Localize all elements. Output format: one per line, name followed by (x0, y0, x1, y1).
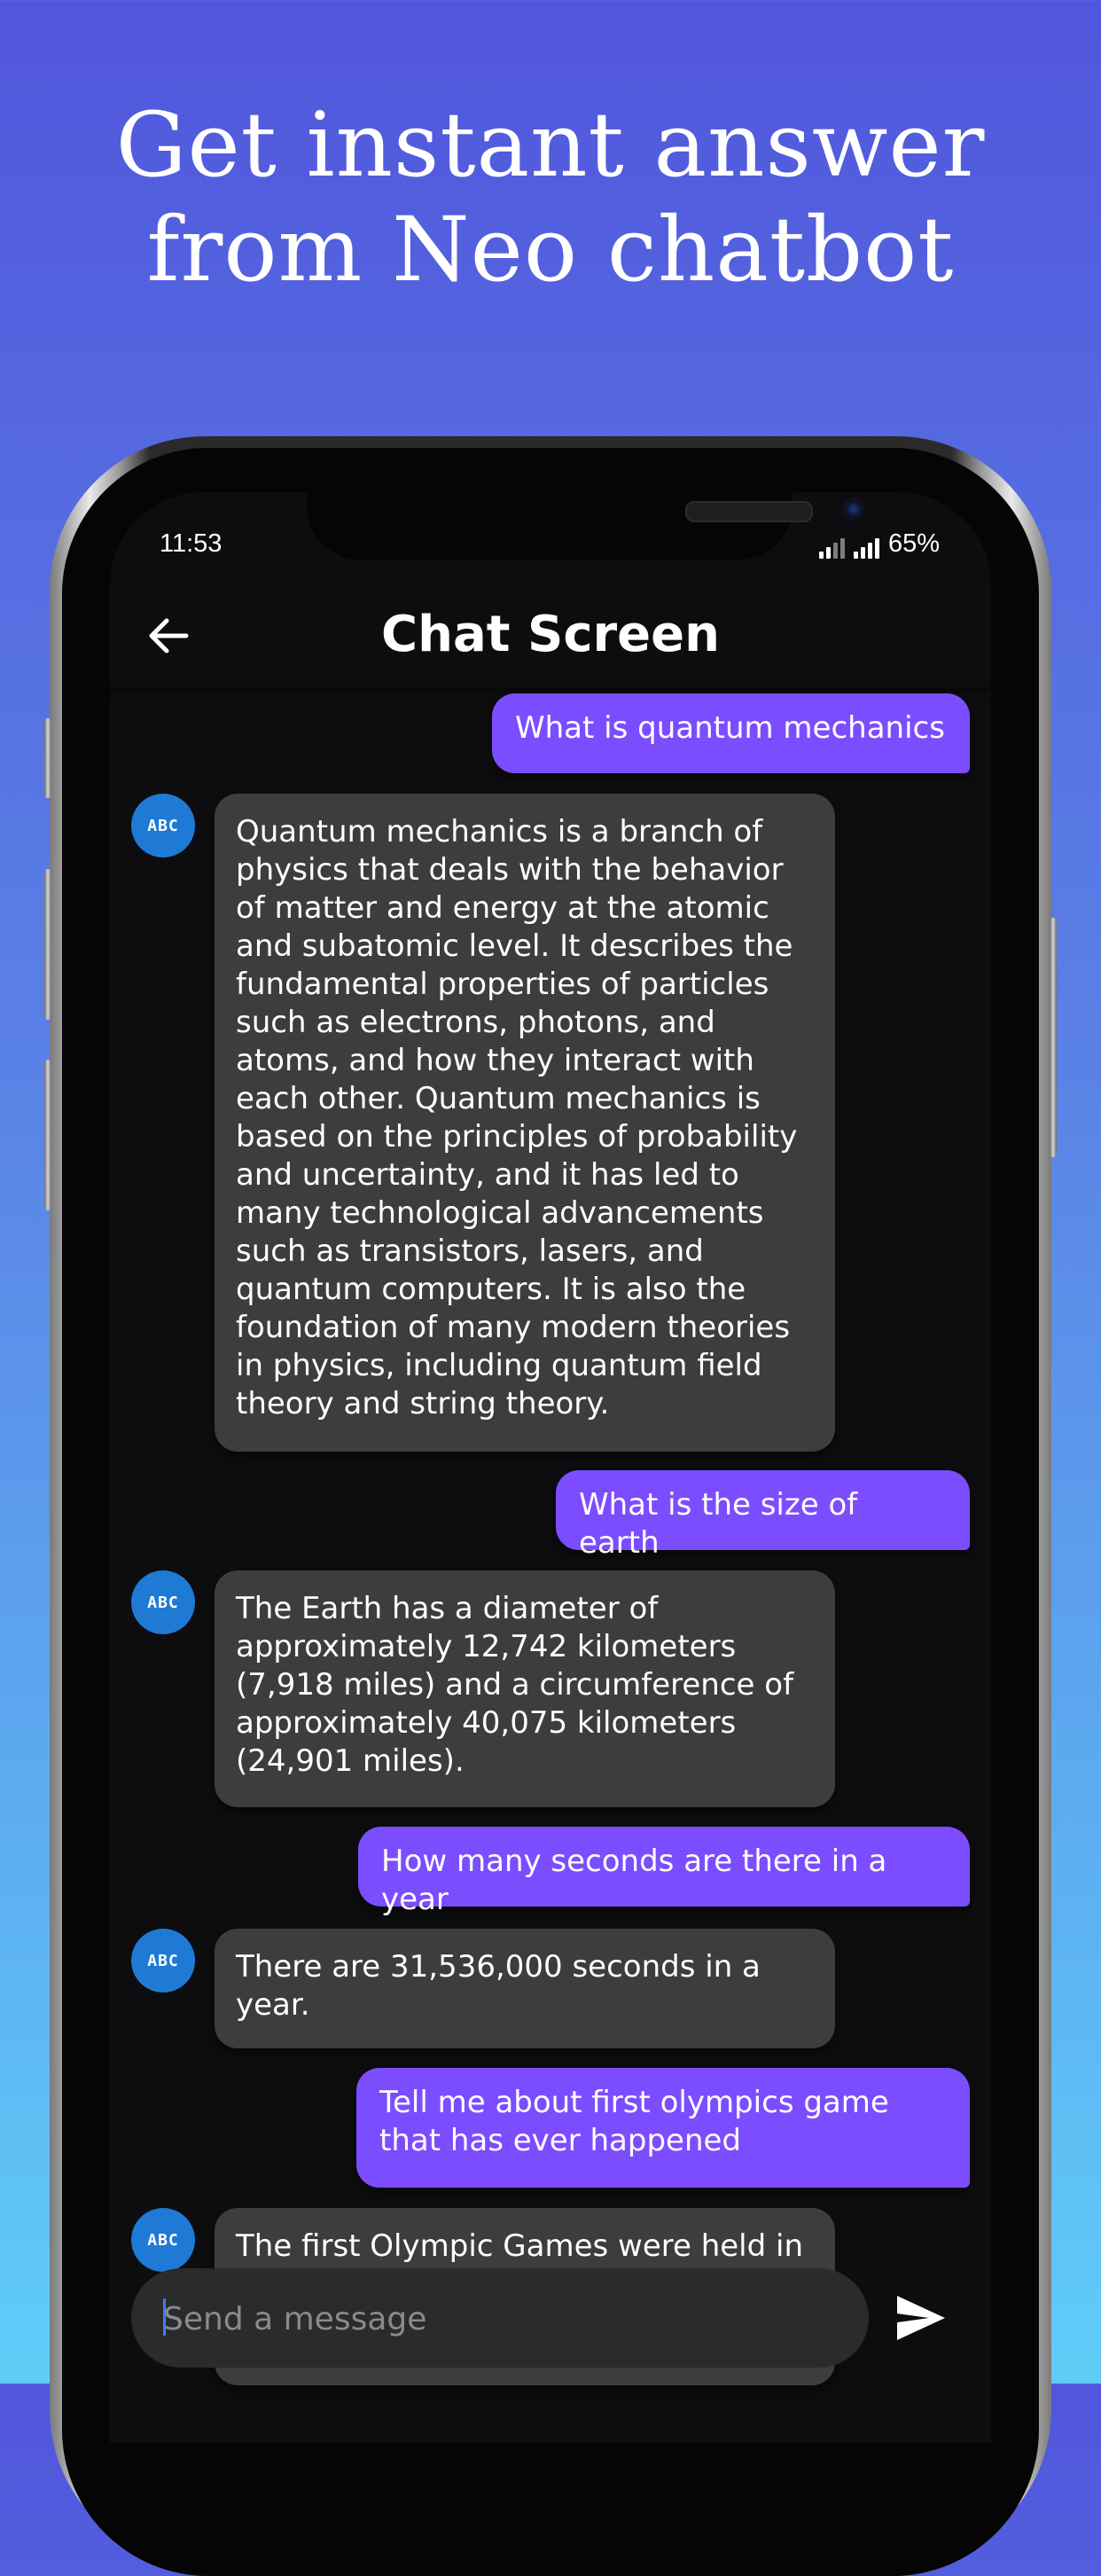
user-message: What is quantum mechanics (492, 693, 970, 773)
send-icon[interactable] (894, 2292, 949, 2344)
bot-avatar: ABC (131, 1570, 195, 1634)
signal-icon (818, 537, 845, 559)
bot-message: There are 31,536,000 seconds in a year. (215, 1929, 835, 2048)
bot-avatar: ABC (131, 794, 195, 857)
message-text: How many seconds are there in a year (381, 1844, 887, 1917)
text-cursor (163, 2298, 166, 2336)
message-text: What is the size of earth (579, 1487, 858, 1561)
phone-screen: 11:53 65% Chat Screen What is quantum me… (110, 492, 991, 2443)
message-text: The first Olympic Games were held in (236, 2228, 803, 2264)
user-message: What is the size of earth (556, 1470, 970, 1561)
message-composer (131, 2268, 869, 2368)
message-text: What is quantum mechanics (515, 710, 945, 746)
promo-headline: Get instant answer from Neo chatbot (0, 93, 1101, 302)
battery-percentage: 65% (887, 529, 940, 558)
bot-message: The Earth has a diameter of approximatel… (215, 1570, 835, 1807)
message-text: The Earth has a diameter of approximatel… (236, 1591, 794, 1779)
speaker-grille (685, 501, 813, 522)
message-text: There are 31,536,000 seconds in a year. (236, 1949, 761, 2023)
app-bar: Chat Screen (110, 581, 991, 687)
bot-avatar: ABC (131, 2208, 195, 2272)
phone-side-button (1050, 918, 1057, 1157)
signal-icon (853, 537, 879, 559)
user-message: Tell me about first olympics game that h… (356, 2068, 970, 2188)
page-title: Chat Screen (381, 606, 720, 663)
message-text: Quantum mechanics is a branch of physics… (236, 814, 798, 1421)
status-icons: 65% (818, 529, 940, 559)
bot-message: Quantum mechanics is a branch of physics… (215, 794, 835, 1452)
headline-line-2: from Neo chatbot (146, 198, 955, 301)
bot-avatar: ABC (131, 1929, 195, 1993)
phone-side-button (44, 1060, 51, 1210)
message-input[interactable] (161, 2295, 821, 2343)
front-camera (842, 497, 865, 521)
message-text: Tell me about first olympics game that h… (379, 2085, 889, 2158)
notch (307, 492, 865, 560)
headline-line-1: Get instant answer (115, 93, 986, 197)
user-message: How many seconds are there in a year (358, 1827, 970, 1917)
phone-side-button (44, 869, 51, 1020)
status-time: 11:53 (160, 529, 223, 558)
phone-side-button (44, 718, 51, 798)
